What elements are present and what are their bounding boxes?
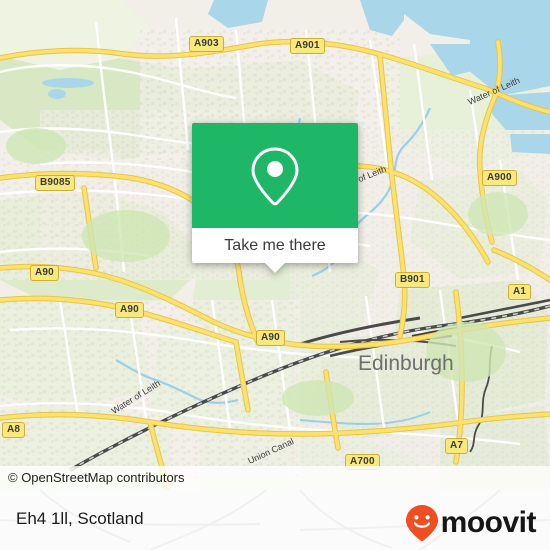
road-shield-a90-3: A90 [256, 330, 285, 346]
address-text: Eh4 1ll, Scotland [16, 509, 144, 528]
road-shield-a900: A900 [482, 170, 517, 186]
road-shield-a8: A8 [2, 422, 26, 438]
road-shield-a90-1: A90 [30, 265, 59, 281]
moovit-logo[interactable]: moovit [405, 504, 537, 542]
take-me-there-button[interactable]: Take me there [224, 237, 325, 255]
popup-image-area [192, 123, 358, 228]
city-label-edinburgh: Edinburgh [358, 352, 454, 375]
moovit-smiley-pin-icon [405, 505, 438, 542]
map-screen: A903 A901 B9085 A900 A90 B901 A1 A90 A90… [0, 0, 550, 550]
road-shield-a903: A903 [189, 36, 224, 52]
road-shield-a901: A901 [290, 38, 325, 54]
road-shield-a90-2: A90 [115, 302, 144, 318]
osm-attribution[interactable]: © OpenStreetMap contributors [0, 466, 550, 490]
popup-footer[interactable]: Take me there [192, 228, 358, 273]
road-shield-b9085: B9085 [35, 175, 76, 191]
bottom-info-bar: Eh4 1ll, Scotland moovit [0, 490, 550, 550]
road-shield-a1: A1 [508, 284, 532, 300]
map-popup-card[interactable]: Take me there [192, 123, 358, 273]
location-pin-icon [251, 146, 299, 205]
popup-pointer-tail [264, 262, 286, 273]
road-shield-b901: B901 [395, 272, 430, 288]
road-shield-a7: A7 [445, 438, 469, 454]
moovit-brand-text: moovit [440, 506, 537, 539]
